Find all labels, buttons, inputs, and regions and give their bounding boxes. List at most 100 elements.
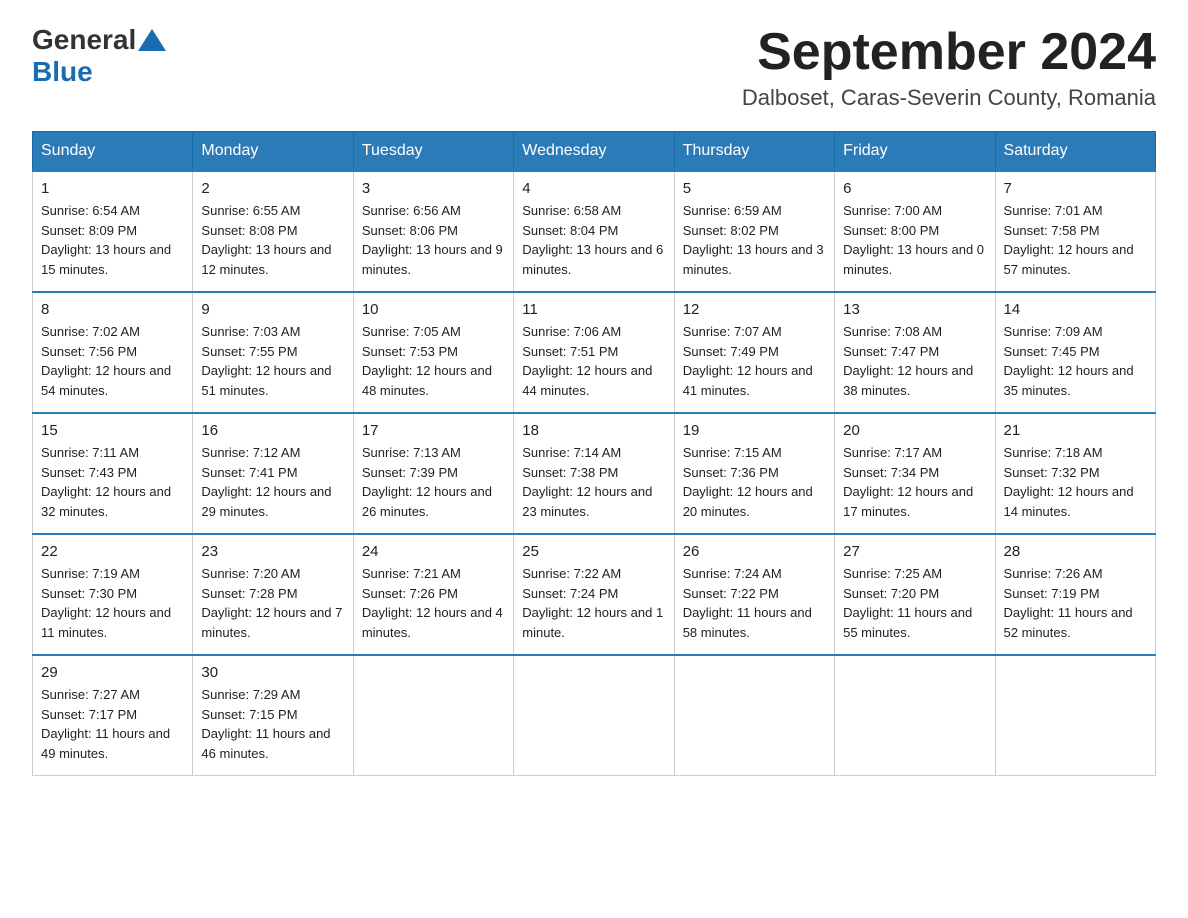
calendar-week-4: 22 Sunrise: 7:19 AMSunset: 7:30 PMDayligh… bbox=[33, 534, 1156, 655]
day-number: 27 bbox=[843, 543, 986, 560]
calendar-cell: 14 Sunrise: 7:09 AMSunset: 7:45 PMDayligh… bbox=[995, 292, 1155, 413]
day-info: Sunrise: 7:03 AMSunset: 7:55 PMDaylight:… bbox=[201, 322, 344, 400]
day-number: 4 bbox=[522, 180, 665, 197]
day-info: Sunrise: 7:14 AMSunset: 7:38 PMDaylight:… bbox=[522, 443, 665, 521]
day-number: 14 bbox=[1004, 301, 1147, 318]
calendar-cell: 13 Sunrise: 7:08 AMSunset: 7:47 PMDayligh… bbox=[835, 292, 995, 413]
day-number: 9 bbox=[201, 301, 344, 318]
calendar-cell: 26 Sunrise: 7:24 AMSunset: 7:22 PMDayligh… bbox=[674, 534, 834, 655]
day-info: Sunrise: 7:22 AMSunset: 7:24 PMDaylight:… bbox=[522, 564, 665, 642]
calendar-cell: 18Sunrise: 7:14 AMSunset: 7:38 PMDayligh… bbox=[514, 413, 674, 534]
calendar-header: SundayMondayTuesdayWednesdayThursdayFrid… bbox=[33, 132, 1156, 172]
day-number: 22 bbox=[41, 543, 184, 560]
calendar-cell bbox=[514, 655, 674, 776]
day-info: Sunrise: 7:29 AMSunset: 7:15 PMDaylight:… bbox=[201, 685, 344, 763]
calendar-cell: 2 Sunrise: 6:55 AMSunset: 8:08 PMDaylight… bbox=[193, 171, 353, 292]
calendar-cell bbox=[835, 655, 995, 776]
calendar-week-1: 1Sunrise: 6:54 AMSunset: 8:09 PMDaylight… bbox=[33, 171, 1156, 292]
day-number: 24 bbox=[362, 543, 505, 560]
calendar-cell: 30 Sunrise: 7:29 AMSunset: 7:15 PMDayligh… bbox=[193, 655, 353, 776]
day-number: 19 bbox=[683, 422, 826, 439]
calendar-cell: 1Sunrise: 6:54 AMSunset: 8:09 PMDaylight… bbox=[33, 171, 193, 292]
day-header-friday: Friday bbox=[835, 132, 995, 172]
calendar-cell: 7 Sunrise: 7:01 AMSunset: 7:58 PMDaylight… bbox=[995, 171, 1155, 292]
day-number: 6 bbox=[843, 180, 986, 197]
logo: General Blue bbox=[32, 24, 168, 88]
calendar-cell: 29 Sunrise: 7:27 AMSunset: 7:17 PMDayligh… bbox=[33, 655, 193, 776]
calendar-cell: 16 Sunrise: 7:12 AMSunset: 7:41 PMDayligh… bbox=[193, 413, 353, 534]
calendar-week-3: 15 Sunrise: 7:11 AMSunset: 7:43 PMDayligh… bbox=[33, 413, 1156, 534]
day-info: Sunrise: 7:11 AMSunset: 7:43 PMDaylight:… bbox=[41, 443, 184, 521]
day-number: 17 bbox=[362, 422, 505, 439]
month-title: September 2024 bbox=[742, 24, 1156, 81]
calendar-cell: 15 Sunrise: 7:11 AMSunset: 7:43 PMDayligh… bbox=[33, 413, 193, 534]
calendar-cell: 11 Sunrise: 7:06 AMSunset: 7:51 PMDayligh… bbox=[514, 292, 674, 413]
calendar-cell: 19Sunrise: 7:15 AMSunset: 7:36 PMDayligh… bbox=[674, 413, 834, 534]
day-number: 7 bbox=[1004, 180, 1147, 197]
day-number: 1 bbox=[41, 180, 184, 197]
day-info: Sunrise: 6:59 AMSunset: 8:02 PMDaylight:… bbox=[683, 201, 826, 279]
logo-general-text: General bbox=[32, 24, 136, 56]
day-info: Sunrise: 7:17 AMSunset: 7:34 PMDaylight:… bbox=[843, 443, 986, 521]
day-info: Sunrise: 6:56 AMSunset: 8:06 PMDaylight:… bbox=[362, 201, 505, 279]
day-info: Sunrise: 7:13 AMSunset: 7:39 PMDaylight:… bbox=[362, 443, 505, 521]
day-info: Sunrise: 6:55 AMSunset: 8:08 PMDaylight:… bbox=[201, 201, 344, 279]
calendar-cell: 24 Sunrise: 7:21 AMSunset: 7:26 PMDayligh… bbox=[353, 534, 513, 655]
day-info: Sunrise: 7:12 AMSunset: 7:41 PMDaylight:… bbox=[201, 443, 344, 521]
calendar-cell: 20 Sunrise: 7:17 AMSunset: 7:34 PMDayligh… bbox=[835, 413, 995, 534]
calendar-cell: 23 Sunrise: 7:20 AMSunset: 7:28 PMDayligh… bbox=[193, 534, 353, 655]
day-info: Sunrise: 6:58 AMSunset: 8:04 PMDaylight:… bbox=[522, 201, 665, 279]
day-number: 10 bbox=[362, 301, 505, 318]
day-number: 2 bbox=[201, 180, 344, 197]
logo-triangle-icon bbox=[138, 29, 166, 51]
day-number: 8 bbox=[41, 301, 184, 318]
day-info: Sunrise: 7:27 AMSunset: 7:17 PMDaylight:… bbox=[41, 685, 184, 763]
day-info: Sunrise: 7:09 AMSunset: 7:45 PMDaylight:… bbox=[1004, 322, 1147, 400]
calendar-table: SundayMondayTuesdayWednesdayThursdayFrid… bbox=[32, 131, 1156, 776]
day-info: Sunrise: 7:08 AMSunset: 7:47 PMDaylight:… bbox=[843, 322, 986, 400]
calendar-cell bbox=[674, 655, 834, 776]
day-header-tuesday: Tuesday bbox=[353, 132, 513, 172]
day-info: Sunrise: 7:24 AMSunset: 7:22 PMDaylight:… bbox=[683, 564, 826, 642]
day-number: 15 bbox=[41, 422, 184, 439]
day-header-thursday: Thursday bbox=[674, 132, 834, 172]
day-info: Sunrise: 7:01 AMSunset: 7:58 PMDaylight:… bbox=[1004, 201, 1147, 279]
day-number: 13 bbox=[843, 301, 986, 318]
day-header-row: SundayMondayTuesdayWednesdayThursdayFrid… bbox=[33, 132, 1156, 172]
calendar-cell: 27 Sunrise: 7:25 AMSunset: 7:20 PMDayligh… bbox=[835, 534, 995, 655]
day-number: 21 bbox=[1004, 422, 1147, 439]
calendar-cell: 5Sunrise: 6:59 AMSunset: 8:02 PMDaylight… bbox=[674, 171, 834, 292]
day-number: 12 bbox=[683, 301, 826, 318]
calendar-cell: 6Sunrise: 7:00 AMSunset: 8:00 PMDaylight… bbox=[835, 171, 995, 292]
day-header-sunday: Sunday bbox=[33, 132, 193, 172]
day-info: Sunrise: 7:26 AMSunset: 7:19 PMDaylight:… bbox=[1004, 564, 1147, 642]
day-info: Sunrise: 7:19 AMSunset: 7:30 PMDaylight:… bbox=[41, 564, 184, 642]
logo-blue-text: Blue bbox=[32, 56, 93, 87]
day-number: 25 bbox=[522, 543, 665, 560]
day-number: 20 bbox=[843, 422, 986, 439]
day-header-wednesday: Wednesday bbox=[514, 132, 674, 172]
page-header: General Blue September 2024 Dalboset, Ca… bbox=[32, 24, 1156, 111]
day-number: 16 bbox=[201, 422, 344, 439]
calendar-cell: 22 Sunrise: 7:19 AMSunset: 7:30 PMDayligh… bbox=[33, 534, 193, 655]
day-info: Sunrise: 7:07 AMSunset: 7:49 PMDaylight:… bbox=[683, 322, 826, 400]
day-info: Sunrise: 7:18 AMSunset: 7:32 PMDaylight:… bbox=[1004, 443, 1147, 521]
day-number: 30 bbox=[201, 664, 344, 681]
calendar-cell: 21 Sunrise: 7:18 AMSunset: 7:32 PMDayligh… bbox=[995, 413, 1155, 534]
day-info: Sunrise: 7:20 AMSunset: 7:28 PMDaylight:… bbox=[201, 564, 344, 642]
day-header-monday: Monday bbox=[193, 132, 353, 172]
calendar-cell: 10Sunrise: 7:05 AMSunset: 7:53 PMDayligh… bbox=[353, 292, 513, 413]
calendar-cell: 25 Sunrise: 7:22 AMSunset: 7:24 PMDayligh… bbox=[514, 534, 674, 655]
calendar-cell: 12 Sunrise: 7:07 AMSunset: 7:49 PMDayligh… bbox=[674, 292, 834, 413]
title-section: September 2024 Dalboset, Caras-Severin C… bbox=[742, 24, 1156, 111]
day-number: 29 bbox=[41, 664, 184, 681]
calendar-body: 1Sunrise: 6:54 AMSunset: 8:09 PMDaylight… bbox=[33, 171, 1156, 776]
day-info: Sunrise: 7:25 AMSunset: 7:20 PMDaylight:… bbox=[843, 564, 986, 642]
day-info: Sunrise: 7:21 AMSunset: 7:26 PMDaylight:… bbox=[362, 564, 505, 642]
day-number: 3 bbox=[362, 180, 505, 197]
calendar-cell: 8Sunrise: 7:02 AMSunset: 7:56 PMDaylight… bbox=[33, 292, 193, 413]
day-number: 23 bbox=[201, 543, 344, 560]
day-number: 11 bbox=[522, 301, 665, 318]
day-number: 26 bbox=[683, 543, 826, 560]
day-info: Sunrise: 7:06 AMSunset: 7:51 PMDaylight:… bbox=[522, 322, 665, 400]
